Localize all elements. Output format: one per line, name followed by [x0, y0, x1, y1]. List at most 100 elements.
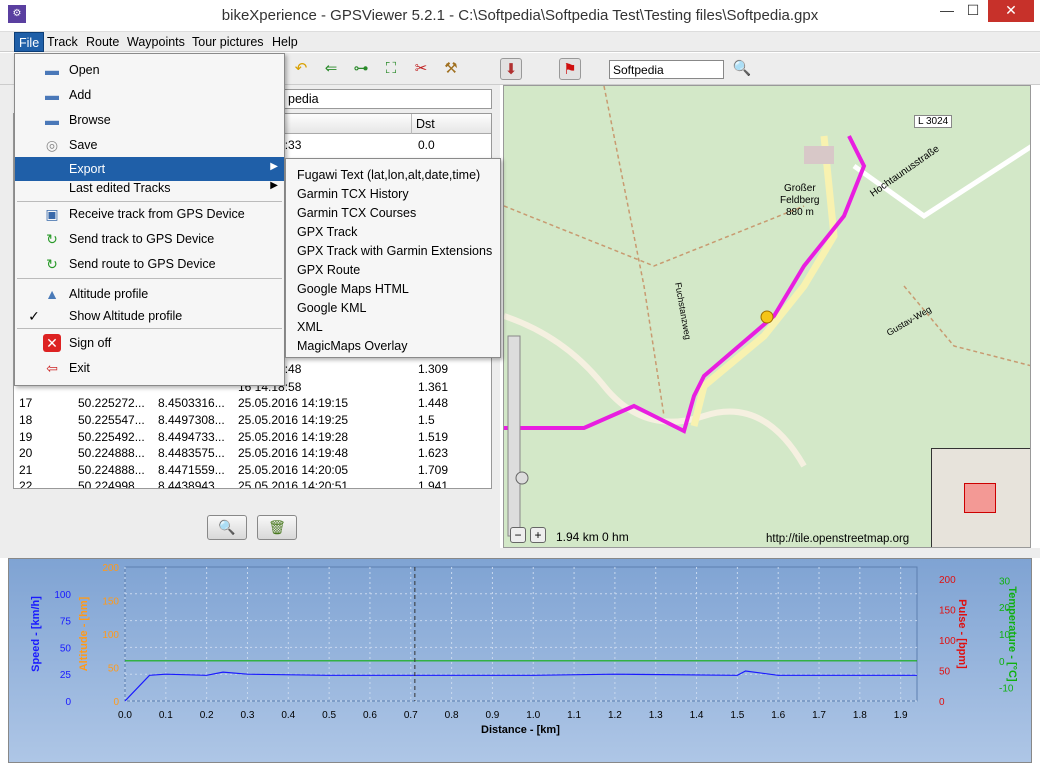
menu-item-label: Send route to GPS Device	[69, 257, 216, 271]
search-icon[interactable]: 🔍	[731, 58, 753, 80]
menu-item-open[interactable]: ▬ Open	[15, 58, 284, 82]
menu-item-add[interactable]: ▬ Add	[15, 83, 284, 107]
y-tick-label: 100	[54, 590, 71, 601]
gps-receive-icon: ▣	[45, 206, 59, 222]
menu-item-exit[interactable]: ⇦ Exit	[15, 356, 284, 380]
table-cell-lon: 8.4497308...	[158, 413, 225, 427]
file-menu: ▬ Open ▬ Add ▬ Browse ◎ Save Export ▶ Last ed…	[14, 53, 285, 386]
table-cell-dst: 1.941	[418, 479, 449, 489]
export-gpx-route[interactable]: GPX Route	[286, 260, 500, 279]
zoom-out-button[interactable]: −	[510, 527, 526, 543]
table-cell-lat: 50.224888...	[78, 463, 145, 477]
gps-icon[interactable]: ⬇	[500, 58, 522, 80]
menu-file[interactable]: File	[14, 32, 45, 52]
submenu-arrow-icon: ▶	[270, 161, 278, 172]
menu-item-sign-off[interactable]: ✕ Sign off	[15, 331, 284, 355]
export-tcx-history[interactable]: Garmin TCX History	[286, 184, 500, 203]
export-gpx-garmin[interactable]: GPX Track with Garmin Extensions	[286, 241, 500, 260]
menu-item-label: Receive track from GPS Device	[69, 207, 245, 221]
menu-item-label: Browse	[69, 113, 111, 127]
map-view[interactable]: L 3024 Großer Feldberg 880 m Hochtaunuss…	[503, 85, 1031, 548]
menu-item-send-route[interactable]: ↻ Send route to GPS Device	[15, 252, 284, 276]
mini-map[interactable]	[931, 448, 1030, 547]
series-line-speed	[124, 670, 917, 702]
table-cell-dst: 0.0	[418, 138, 435, 152]
delete-button[interactable]: 🗑	[257, 515, 297, 540]
table-row[interactable]: 22 50.224998... 8.4438943... 25.05.2016 14:…	[14, 477, 484, 489]
export-magicmaps[interactable]: MagicMaps Overlay	[286, 336, 500, 355]
x-tick-label: 1.5	[730, 710, 744, 721]
menu-separator	[17, 328, 282, 329]
export-google-kml[interactable]: Google KML	[286, 298, 500, 317]
map-label-road: L 3024	[914, 115, 953, 128]
folder-open-icon: ▬	[45, 62, 59, 78]
minimize-button[interactable]: —	[934, 0, 960, 22]
table-cell-time: 25.05.2016 14:19:48	[238, 446, 349, 460]
menu-item-show-altitude[interactable]: ✓ Show Altitude profile	[15, 304, 284, 328]
menu-route[interactable]: Route	[82, 32, 123, 52]
menu-item-last-edited[interactable]: Last edited Tracks ▶	[15, 176, 284, 200]
export-gpx-track[interactable]: GPX Track	[286, 222, 500, 241]
y-tick-label: -10	[999, 684, 1014, 695]
x-tick-label: 0.0	[118, 710, 132, 721]
search-input[interactable]: Softpedia	[609, 60, 724, 79]
y-axis-label: Pulse - [bpm]	[956, 599, 968, 669]
export-tcx-courses[interactable]: Garmin TCX Courses	[286, 203, 500, 222]
table-cell-lat: 50.224888...	[78, 446, 145, 460]
x-tick-label: 0.8	[445, 710, 459, 721]
table-cell-lon: 8.4471559...	[158, 463, 225, 477]
zoom-in-button[interactable]: +	[530, 527, 546, 543]
x-tick-label: 1.6	[771, 710, 785, 721]
table-cell-time: 25.05.2016 14:19:25	[238, 413, 349, 427]
x-tick-label: 0.2	[200, 710, 214, 721]
track-name-field[interactable]: pedia	[284, 89, 492, 109]
map-scale: 1.94 km 0 hm	[556, 530, 629, 544]
undo-icon[interactable]: ↶	[290, 58, 312, 80]
table-buttons: 🔍 🗑	[0, 515, 500, 545]
table-cell-id: 17	[19, 396, 33, 410]
y-tick-label: 50	[60, 643, 72, 654]
flag-icon[interactable]: ⚑	[559, 58, 581, 80]
zoom-button[interactable]: 🔍	[207, 515, 247, 540]
menu-item-label: Send track to GPS Device	[69, 232, 215, 246]
close-button[interactable]: ✕	[988, 0, 1034, 22]
menu-help[interactable]: Help	[268, 32, 302, 52]
title-bar: ⚙ bikeXperience - GPSViewer 5.2.1 - C:\S…	[0, 0, 1040, 32]
fit-icon[interactable]: ⛶	[380, 58, 402, 80]
menu-item-save[interactable]: ◎ Save	[15, 133, 284, 157]
export-xml[interactable]: XML	[286, 317, 500, 336]
gps-send-icon: ↻	[46, 231, 58, 247]
export-fugawi[interactable]: Fugawi Text (lat,lon,alt,date,time)	[286, 165, 500, 184]
menu-track[interactable]: Track	[43, 32, 82, 52]
menu-item-receive-track[interactable]: ▣ Receive track from GPS Device	[15, 202, 284, 226]
y-tick-label: 25	[60, 670, 72, 681]
table-cell-lon: 8.4438943...	[158, 479, 225, 489]
menu-item-altitude-profile[interactable]: ▲ Altitude profile	[15, 282, 284, 306]
table-cell-dst: 1.623	[418, 446, 449, 460]
y-tick-label: 50	[939, 667, 951, 678]
menu-waypoints[interactable]: Waypoints	[123, 32, 189, 52]
menu-item-browse[interactable]: ▬ Browse	[15, 108, 284, 132]
table-row[interactable]: 20 50.224888... 8.4483575... 25.05.2016 14:…	[14, 444, 484, 462]
export-google-maps[interactable]: Google Maps HTML	[286, 279, 500, 298]
table-row[interactable]: 18 50.225547... 8.4497308... 25.05.2016 14:…	[14, 411, 484, 429]
table-cell-lat: 50.225492...	[78, 430, 145, 444]
menu-tour-pictures[interactable]: Tour pictures	[188, 32, 268, 52]
tool-icon[interactable]: ⚒	[440, 58, 462, 80]
table-header-dst[interactable]: Dst	[412, 114, 491, 134]
table-cell-time: 25.05.2016 14:20:05	[238, 463, 349, 477]
profile-chart: 0.0 0.1 0.2 0.3 0.4 0.5 0.6 0.7 0.8 0.9 1.0 1.1 1.2 1…	[8, 558, 1032, 763]
prev-icon[interactable]: ⇐	[320, 58, 342, 80]
split-divider[interactable]	[0, 548, 1040, 558]
cut-icon[interactable]: ✂	[410, 58, 432, 80]
maximize-button[interactable]: ☐	[960, 0, 986, 22]
minimap-viewport[interactable]	[964, 483, 996, 513]
menu-item-send-track[interactable]: ↻ Send track to GPS Device	[15, 227, 284, 251]
link-icon[interactable]: ⊶	[350, 58, 372, 80]
menu-item-label: Add	[69, 88, 92, 102]
table-cell-dst: 1.309	[418, 362, 449, 376]
menu-item-label: Altitude profile	[69, 287, 149, 301]
x-tick-label: 1.1	[567, 710, 581, 721]
disc-save-icon: ◎	[45, 137, 59, 153]
table-row[interactable]: 17 50.225272... 8.4503316... 25.05.2016 14:…	[14, 394, 484, 412]
